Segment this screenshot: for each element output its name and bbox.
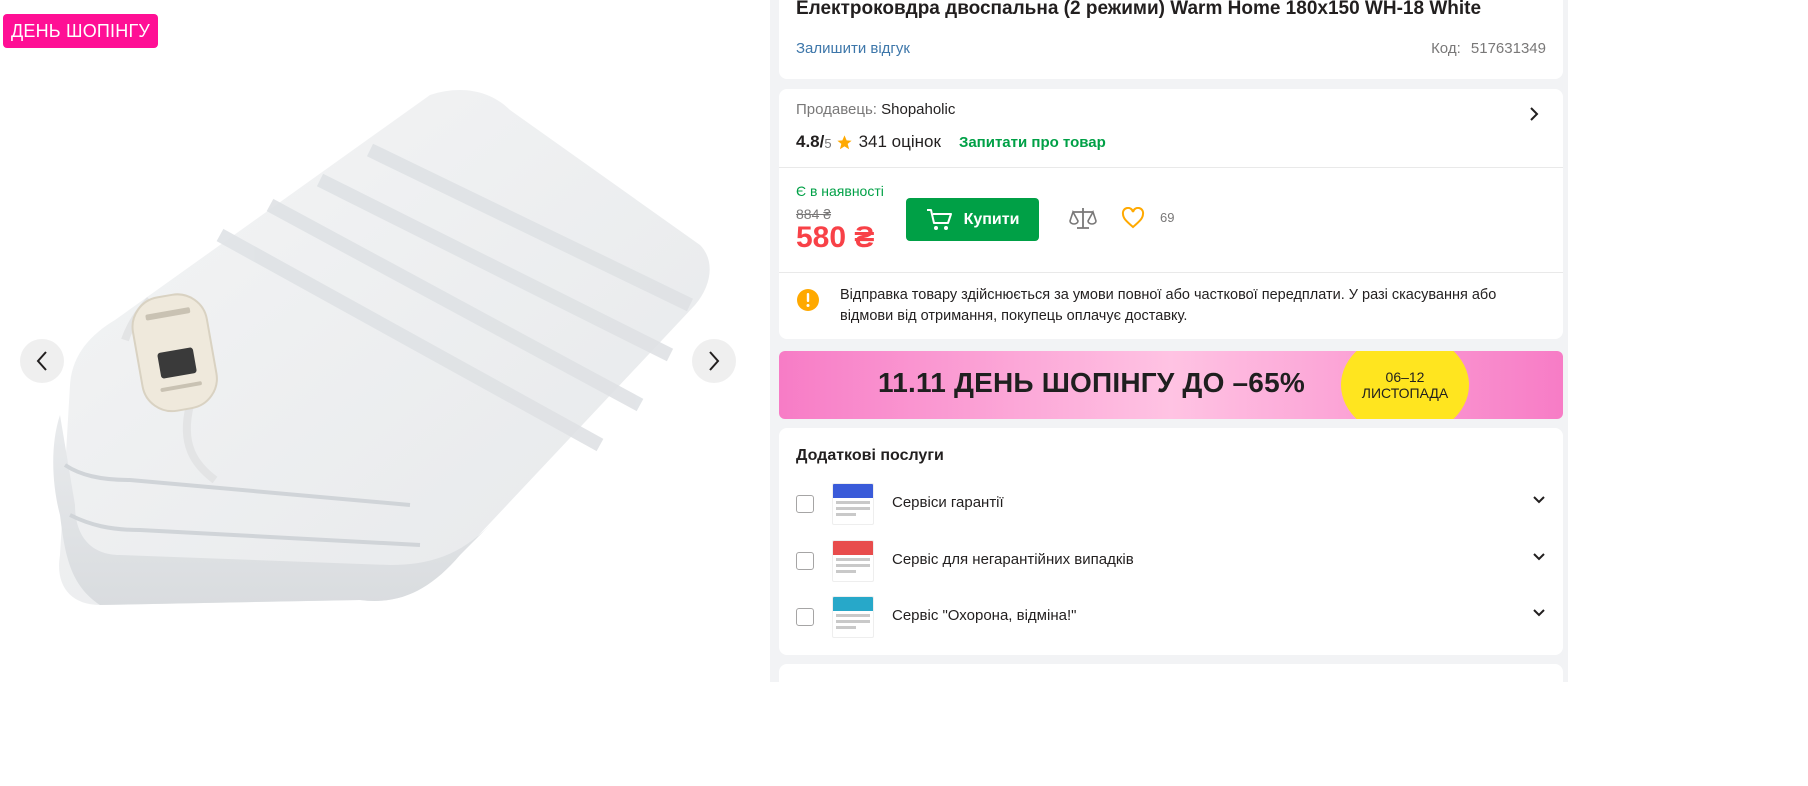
chevron-down-icon[interactable] [1532,495,1546,505]
buy-button[interactable]: Купити [906,198,1039,241]
seller-label: Продавець: [796,101,877,118]
service-row[interactable]: Сервіс "Охорона, відміна!" [796,596,1546,640]
stock-status: Є в наявності [796,183,884,199]
service-checkbox[interactable] [796,495,814,513]
seller-line[interactable]: Продавець: Shopaholic [796,101,955,118]
chevron-right-icon[interactable] [1529,106,1539,122]
buy-button-label: Купити [963,210,1020,228]
service-checkbox[interactable] [796,608,814,626]
service-label: Сервіс для негарантійних випадків [892,551,1134,568]
compare-scales-icon[interactable] [1069,206,1097,232]
product-code-label: Код: [1431,40,1461,57]
banner-text: 11.11 ДЕНЬ ШОПІНГУ ДО –65% [878,367,1305,398]
wishlist-count: 69 [1160,210,1175,225]
product-code-value: 517631349 [1470,40,1546,57]
banner-date-badge: 06–12 ЛИСТОПАДА [1341,351,1469,419]
rating-max: 5 [824,135,832,151]
services-title: Додаткові послуги [796,447,944,464]
promo-badge: ДЕНЬ ШОПІНГУ [3,14,159,48]
cart-icon [926,208,952,230]
banner-date-line2: ЛИСТОПАДА [1361,385,1449,401]
chevron-down-icon[interactable] [1532,608,1546,618]
product-gallery: ДЕНЬ ШОПІНГУ [0,0,770,682]
gallery-next-button[interactable] [692,339,736,383]
reviews-count[interactable]: 341 оцінок [859,132,941,152]
leave-review-link[interactable]: Залишити відгук [796,40,910,57]
seller-purchase-card: Продавець: Shopaholic 4.8/ 5 341 оцінок … [779,89,1563,339]
service-thumbnail [832,483,874,525]
gallery-prev-button[interactable] [20,339,64,383]
service-row[interactable]: Сервіси гарантії [796,483,1546,527]
product-title: Електроковдра двоспальна (2 режими) Warm… [796,0,1482,19]
services-card: Додаткові послуги Сервіси гарантії Серві… [779,428,1563,655]
chevron-right-icon [709,351,720,371]
service-label: Сервіс "Охорона, відміна!" [892,607,1077,624]
title-card: Електроковдра двоспальна (2 режими) Warm… [779,0,1563,79]
chevron-left-icon [36,351,47,371]
product-info-column: Електроковдра двоспальна (2 режими) Warm… [770,0,1568,704]
service-checkbox[interactable] [796,552,814,570]
service-label: Сервіси гарантії [892,494,1004,511]
heart-icon[interactable] [1121,207,1145,229]
warning-icon [797,289,819,311]
divider [779,272,1563,273]
product-code: Код: 517631349 [1425,40,1546,57]
service-thumbnail [832,596,874,638]
current-price: 580 ₴ [796,221,875,254]
star-icon [837,134,852,149]
ask-about-product-link[interactable]: Запитати про товар [959,134,1106,151]
rating-score: 4.8/ [796,132,825,151]
shipping-notice: Відправка товару здійснюється за умови п… [840,287,1497,324]
next-card [779,664,1563,704]
old-price: 884 ₴ [796,206,832,222]
seller-name[interactable]: Shopaholic [881,101,955,118]
service-row[interactable]: Сервіс для негарантійних випадків [796,540,1546,584]
seller-rating: 4.8/ 5 341 оцінок Запитати про товар [796,132,1106,152]
service-thumbnail [832,540,874,582]
product-image[interactable] [40,85,720,675]
banner-date-line1: 06–12 [1385,369,1425,385]
promo-banner[interactable]: 11.11 ДЕНЬ ШОПІНГУ ДО –65% 06–12 ЛИСТОПА… [779,351,1563,419]
divider [779,167,1563,168]
chevron-down-icon[interactable] [1532,552,1546,562]
